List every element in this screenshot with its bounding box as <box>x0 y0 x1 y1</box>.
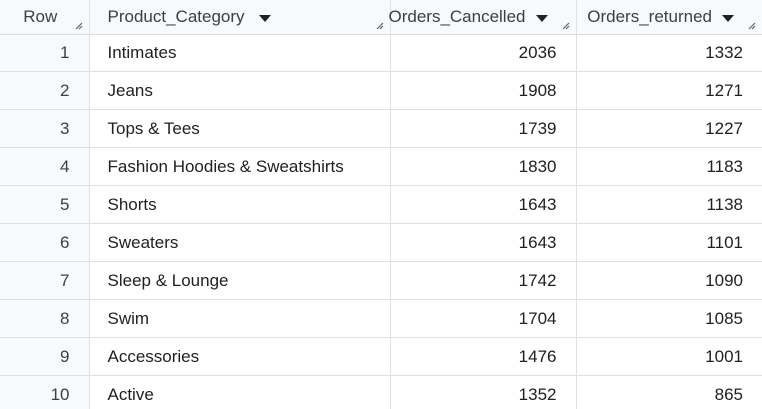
row-number-cell: 6 <box>0 223 90 262</box>
orders-cancelled-cell[interactable]: 1742 <box>390 261 577 300</box>
product-category-cell[interactable]: Active <box>89 375 391 409</box>
orders-cancelled-cell[interactable]: 1643 <box>390 223 577 262</box>
orders-returned-cell[interactable]: 1101 <box>576 223 762 262</box>
orders-returned-cell[interactable]: 1090 <box>576 261 762 300</box>
product-category-cell[interactable]: Fashion Hoodies & Sweatshirts <box>89 147 391 186</box>
column-resize-icon[interactable] <box>73 20 83 30</box>
column-resize-icon[interactable] <box>374 20 384 30</box>
row-number-cell: 9 <box>0 337 90 376</box>
orders-cancelled-cell[interactable]: 1476 <box>390 337 577 376</box>
column-header-orders-cancelled-inner[interactable]: Orders_Cancelled <box>388 0 576 34</box>
product-category-cell[interactable]: Swim <box>89 299 391 338</box>
orders-returned-cell[interactable]: 1183 <box>576 147 762 186</box>
column-header-label: Product_Category <box>107 7 245 26</box>
table-header: Row Product_Category Orders_Cancelled Or… <box>0 0 762 35</box>
product-category-cell[interactable]: Sleep & Lounge <box>89 261 391 300</box>
orders-cancelled-cell[interactable]: 1704 <box>390 299 577 338</box>
table-body: 1 Intimates 2036 1332 2 Jeans 1908 1271 … <box>0 34 762 409</box>
header-row: Row Product_Category Orders_Cancelled Or… <box>0 0 762 35</box>
orders-cancelled-cell[interactable]: 1830 <box>390 147 577 186</box>
row-number-cell: 10 <box>0 375 90 409</box>
row-number-cell: 8 <box>0 299 90 338</box>
column-header-product-category[interactable]: Product_Category <box>89 0 391 35</box>
row-number-cell: 1 <box>0 34 90 72</box>
orders-returned-cell[interactable]: 1085 <box>576 299 762 338</box>
product-category-cell[interactable]: Tops & Tees <box>89 109 391 148</box>
orders-cancelled-cell[interactable]: 1352 <box>390 375 577 409</box>
row-number-cell: 4 <box>0 147 90 186</box>
product-category-cell[interactable]: Shorts <box>89 185 391 224</box>
product-category-cell[interactable]: Jeans <box>89 71 391 110</box>
sort-dropdown-icon[interactable] <box>722 14 734 22</box>
column-header-label: Orders_returned <box>587 7 712 26</box>
product-category-cell[interactable]: Intimates <box>89 34 391 72</box>
column-header-orders-returned[interactable]: Orders_returned <box>576 0 762 35</box>
row-number-cell: 2 <box>0 71 90 110</box>
table-row[interactable]: 7 Sleep & Lounge 1742 1090 <box>0 261 762 300</box>
column-header-product-category-inner[interactable]: Product_Category <box>90 0 390 34</box>
orders-cancelled-cell[interactable]: 1908 <box>390 71 577 110</box>
column-resize-icon[interactable] <box>746 20 756 30</box>
column-header-row: Row <box>0 0 90 35</box>
table-row[interactable]: 5 Shorts 1643 1138 <box>0 185 762 224</box>
table-row[interactable]: 4 Fashion Hoodies & Sweatshirts 1830 118… <box>0 147 762 186</box>
sort-dropdown-icon[interactable] <box>535 14 548 22</box>
orders-returned-cell[interactable]: 1138 <box>576 185 762 224</box>
orders-returned-cell[interactable]: 865 <box>576 375 762 409</box>
column-header-label: Orders_Cancelled <box>388 7 526 26</box>
row-number-cell: 3 <box>0 109 90 148</box>
table-row[interactable]: 9 Accessories 1476 1001 <box>0 337 762 376</box>
column-header-orders-cancelled[interactable]: Orders_Cancelled <box>388 0 577 35</box>
orders-cancelled-cell[interactable]: 2036 <box>390 34 577 72</box>
product-category-cell[interactable]: Sweaters <box>89 223 391 262</box>
table-row[interactable]: 10 Active 1352 865 <box>0 375 762 409</box>
table-row[interactable]: 3 Tops & Tees 1739 1227 <box>0 109 762 148</box>
table-row[interactable]: 6 Sweaters 1643 1101 <box>0 223 762 262</box>
table-row[interactable]: 2 Jeans 1908 1271 <box>0 71 762 110</box>
orders-cancelled-cell[interactable]: 1739 <box>390 109 577 148</box>
table-row[interactable]: 8 Swim 1704 1085 <box>0 299 762 338</box>
table-row[interactable]: 1 Intimates 2036 1332 <box>0 34 762 72</box>
results-table: Row Product_Category Orders_Cancelled Or… <box>0 0 762 409</box>
orders-cancelled-cell[interactable]: 1643 <box>390 185 577 224</box>
orders-returned-cell[interactable]: 1227 <box>576 109 762 148</box>
column-header-label: Row <box>23 7 58 26</box>
row-number-cell: 7 <box>0 261 90 300</box>
orders-returned-cell[interactable]: 1271 <box>576 71 762 110</box>
column-header-orders-returned-inner[interactable]: Orders_returned <box>577 0 762 34</box>
orders-returned-cell[interactable]: 1001 <box>576 337 762 376</box>
results-grid: Row Product_Category Orders_Cancelled Or… <box>0 0 762 409</box>
product-category-cell[interactable]: Accessories <box>89 337 391 376</box>
row-number-cell: 5 <box>0 185 90 224</box>
column-resize-icon[interactable] <box>560 20 570 30</box>
orders-returned-cell[interactable]: 1332 <box>576 34 762 72</box>
sort-dropdown-icon[interactable] <box>258 14 271 22</box>
